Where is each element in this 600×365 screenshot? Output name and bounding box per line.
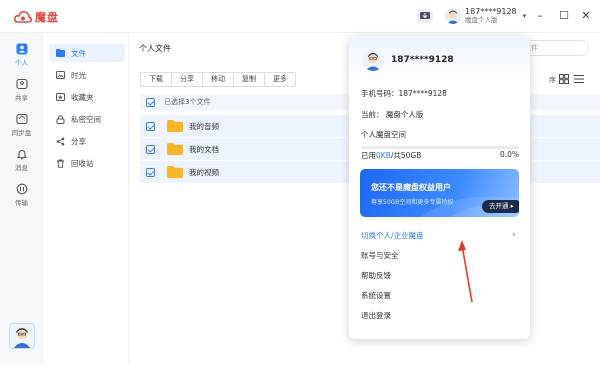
row-checkbox[interactable] [146,167,155,177]
file-name: 我的视频 [189,167,219,177]
sidebar-item-share[interactable]: 分享 [49,132,125,150]
folder-icon [167,166,183,178]
folder-icon [56,49,65,57]
sidebar-item-trash[interactable]: 回收站 [49,154,125,172]
promo-banner[interactable]: 您还不是魔盘权益用户 尊享50GB空间和更多专属特权 去开通 ▸ [360,169,519,217]
title-bar: 魔盘 187****9128 魔盘个人版 ▾ – ☐ ✕ [0,0,600,33]
header-user-name: 187****9128 [465,7,517,16]
storage-used: 已用0KB/共50GB [361,150,421,161]
rail-item-shared[interactable]: 共享 [0,78,43,102]
folder-icon [167,143,183,155]
chevron-right-icon: › [512,230,516,240]
app-logo: 魔盘 [14,9,59,25]
trash-icon [57,159,64,168]
selection-count: 已选择3个文件 [164,98,211,106]
rail-label: 消息 [15,164,28,172]
sidebar-item-label: 回收站 [71,158,94,168]
breadcrumb: 个人文件 [139,44,171,53]
account-security-menu-item[interactable]: 账号与安全 [361,250,399,261]
sidebar-item-moments[interactable]: 时光 [49,66,125,84]
maximize-button[interactable]: ☐ [557,10,571,22]
cloud-logo-icon [14,11,32,23]
copy-button[interactable]: 复制 [233,72,265,87]
storage-progress-bar [361,146,519,149]
rail-item-transfer[interactable]: 传输 [0,183,43,207]
rail-item-personal[interactable]: 个人 [0,43,43,67]
logout-menu-item[interactable]: 退出登录 [361,310,391,321]
system-settings-menu-item[interactable]: 系统设置 [361,290,391,301]
download-button[interactable]: 下载 [140,72,172,87]
select-all-checkbox[interactable] [146,97,155,107]
sidebar-item-label: 收藏夹 [71,92,94,102]
help-feedback-menu-item[interactable]: 帮助反馈 [361,270,391,281]
storage-used-total: /共50GB [390,151,422,160]
share-folder-icon [15,78,28,90]
chevron-down-icon: ▾ [522,11,527,20]
phone-number: 手机号码：187****9128 [361,89,447,98]
grid-view-icon[interactable] [559,74,569,84]
rail-label: 共享 [15,94,28,102]
user-popup: 187****9128 手机号码：187****9128 当前： 魔盘个人版 个… [349,36,530,339]
rail-label: 个人 [15,59,28,67]
minimize-button[interactable]: – [533,10,547,22]
user-menu-trigger[interactable]: 187****9128 魔盘个人版 ▾ [445,7,526,24]
avatar [362,49,384,71]
promo-subtitle: 尊享50GB空间和更多专属特权 [371,199,454,206]
sidebar-item-private-space[interactable]: 私密空间 [49,110,125,128]
sort-dropdown[interactable]: 序 [549,75,556,85]
image-icon [56,71,65,79]
sidebar-item-label: 文件 [71,48,86,58]
space-title: 个人魔盘空间 [361,130,406,139]
avatar-icon [362,49,384,71]
avatar [445,7,461,24]
lock-icon [56,114,65,124]
rail-label: 传输 [15,199,28,207]
switch-disk-menu-item[interactable]: 切换个人/企业魔盘 [361,230,424,241]
share-button[interactable]: 分享 [171,72,203,87]
rail-item-messages[interactable]: 消息 [0,148,43,172]
sync-icon [15,113,28,125]
sidebar-item-label: 私密空间 [71,114,101,124]
more-button[interactable]: 更多 [264,72,296,87]
storage-used-prefix: 已用 [361,151,376,160]
rail-item-sync[interactable]: 同步盘 [0,113,43,137]
row-checkbox[interactable] [146,121,155,131]
transfer-icon [16,183,27,195]
activate-button[interactable]: 去开通 ▸ [482,200,519,213]
app-name: 魔盘 [35,11,59,24]
header-user-plan: 魔盘个人版 [465,16,498,24]
list-view-icon[interactable] [574,74,584,84]
bell-icon [16,150,27,160]
star-icon [56,93,65,101]
row-checkbox[interactable] [146,144,155,154]
close-button[interactable]: ✕ [579,10,593,22]
avatar-icon [10,324,34,348]
sidebar-item-label: 分享 [71,136,86,146]
popup-user-name: 187****9128 [391,55,454,65]
left-rail: 个人 共享 同步盘 消息 传输 [0,33,43,365]
download-manager-icon[interactable] [416,8,434,24]
sidebar-item-files[interactable]: 文件 [49,44,125,62]
storage-percent: 0.0% [499,150,519,159]
rail-avatar[interactable] [9,323,35,349]
view-switcher [559,74,584,84]
move-button[interactable]: 移动 [202,72,234,87]
file-name: 我的音频 [189,121,219,131]
current-plan: 当前： 魔盘个人版 [361,110,424,119]
file-toolbar: 下载 分享 移动 复制 更多 [140,72,296,87]
share-icon [56,137,65,145]
activate-button-label: 去开通 [489,202,509,210]
storage-used-value: 0KB [376,151,391,160]
folder-icon [167,120,183,132]
avatar-icon [445,7,461,24]
sidebar-item-favorites[interactable]: 收藏夹 [49,88,125,106]
file-name: 我的文档 [189,144,219,154]
rail-label: 同步盘 [11,129,32,137]
promo-title: 您还不是魔盘权益用户 [371,183,451,192]
sidebar-item-label: 时光 [71,70,86,80]
person-icon [16,43,27,55]
sidebar: 文件 时光 收藏夹 私密空间 分享 回收站 [43,33,129,365]
